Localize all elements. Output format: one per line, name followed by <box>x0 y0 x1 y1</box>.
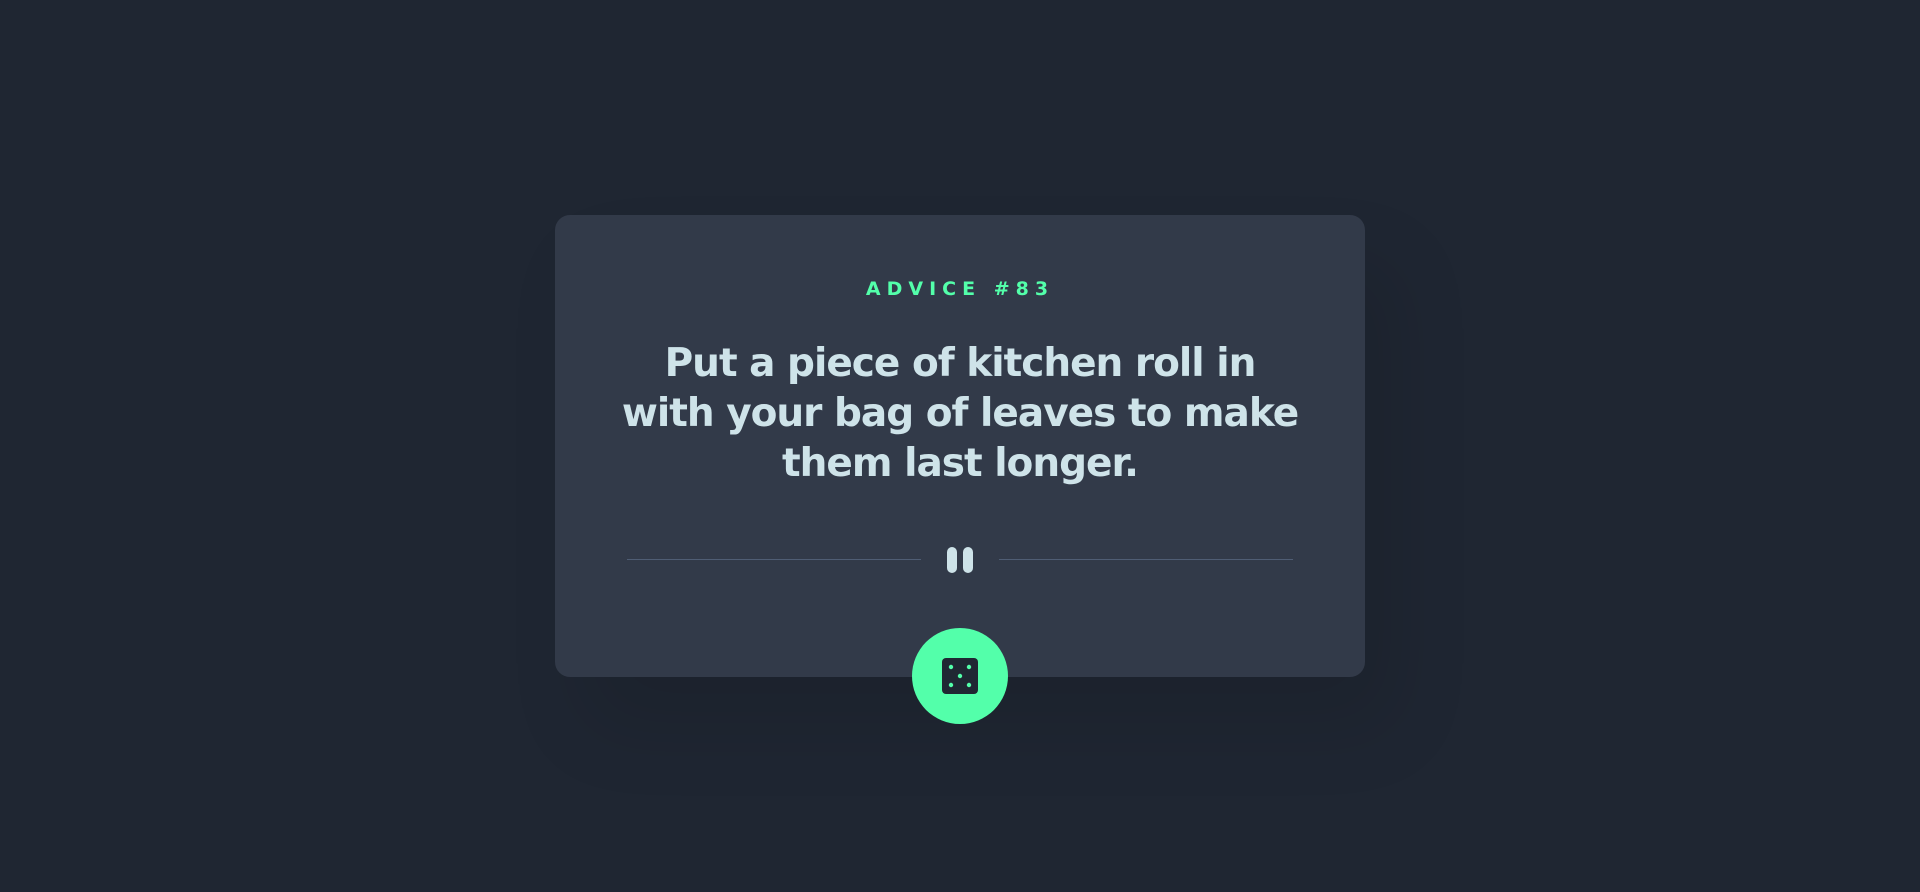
divider-line-right <box>999 559 1293 560</box>
generate-advice-button[interactable] <box>912 628 1008 724</box>
divider-line-left <box>627 559 921 560</box>
pattern-divider <box>627 545 1293 575</box>
advice-quote: Put a piece of kitchen roll in with your… <box>621 341 1299 486</box>
page: ADVICE #83 Put a piece of kitchen roll i… <box>0 0 1920 892</box>
pause-icon <box>945 545 975 575</box>
advice-id-label: ADVICE #83 <box>865 278 1055 300</box>
advice-card: ADVICE #83 Put a piece of kitchen roll i… <box>555 215 1365 677</box>
